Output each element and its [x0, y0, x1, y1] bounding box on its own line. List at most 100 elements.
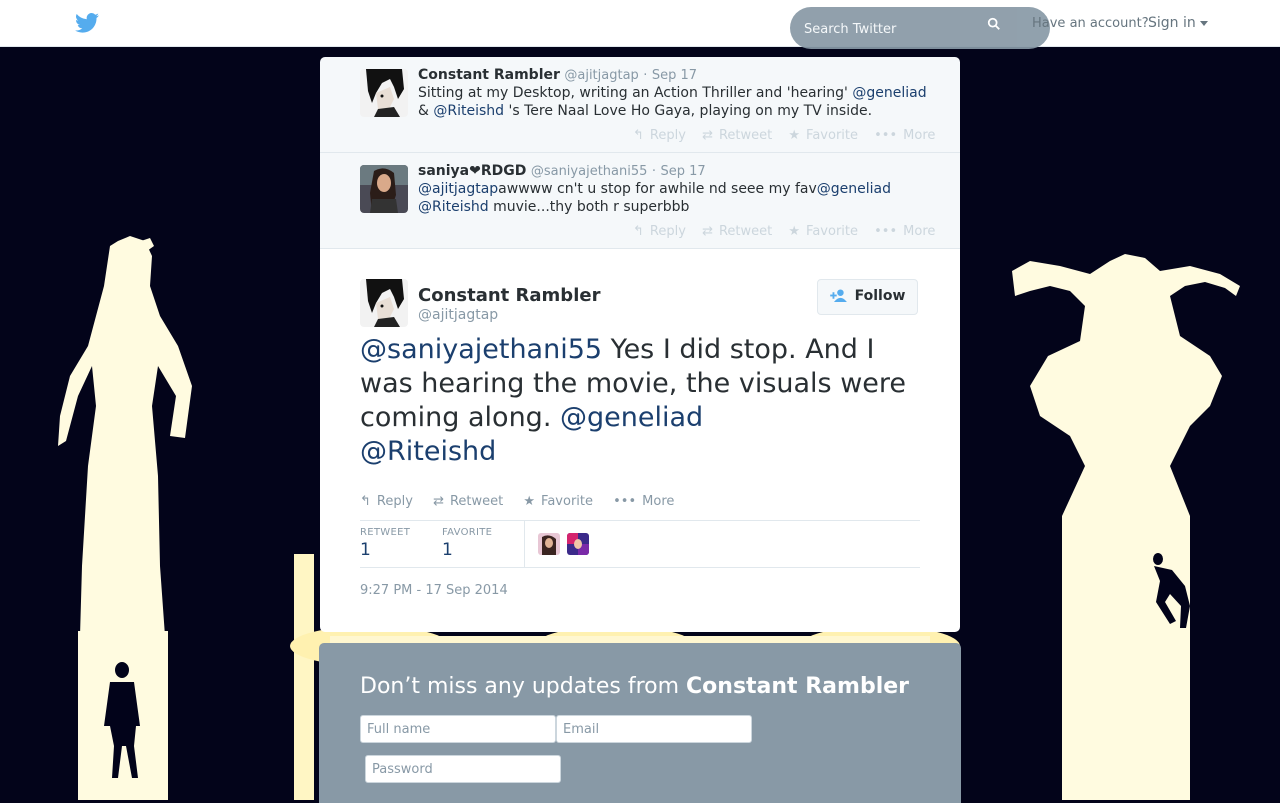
tweet-text: @ajitjagtapawwww cn't u stop for awhile … — [418, 180, 928, 216]
tweet-date[interactable]: Sep 17 — [660, 164, 705, 179]
mention-link[interactable]: @Riteishd — [360, 436, 496, 467]
twitter-bird-icon[interactable] — [75, 13, 99, 33]
tweet-date[interactable]: Sep 17 — [652, 68, 697, 83]
favorite-button[interactable]: ★ Favorite — [788, 224, 858, 239]
sign-in-dropdown[interactable]: Sign in — [1148, 15, 1208, 31]
retweet-button[interactable]: ⇄ Retweet — [433, 494, 503, 509]
search-icon[interactable] — [987, 16, 1003, 32]
reply-icon: ↰ — [633, 224, 644, 239]
avatar[interactable] — [360, 69, 408, 117]
retweet-label: Retweet — [449, 494, 504, 509]
separator-dot: · — [651, 164, 656, 179]
avatar[interactable] — [360, 165, 408, 213]
email-field[interactable] — [556, 715, 752, 743]
retweet-stat-label: RETWEET — [360, 527, 411, 538]
tweet-header: saniya❤RDGD @saniyajethani55 · Sep 17 — [418, 163, 706, 179]
mention-link[interactable]: @saniyajethani55 — [360, 334, 602, 365]
search-box[interactable] — [790, 7, 1050, 49]
search-input[interactable] — [802, 18, 996, 40]
more-label: More — [903, 224, 936, 239]
text-segment: 's Tere Naal Love Ho Gaya, playing on my… — [504, 103, 873, 119]
permalink-tweet: Constant Rambler @ajitjagtap Follow @san… — [320, 249, 960, 632]
author-handle[interactable]: @ajitjagtap — [564, 68, 638, 83]
reply-label: Reply — [376, 494, 413, 509]
retweet-icon: ⇄ — [702, 128, 713, 143]
divider — [524, 521, 525, 567]
follow-label: Follow — [854, 288, 906, 304]
ancestor-tweet[interactable]: saniya❤RDGD @saniyajethani55 · Sep 17 @a… — [320, 153, 960, 249]
author-name[interactable]: saniya❤RDGD — [418, 163, 526, 179]
favorite-label: Favorite — [806, 224, 858, 239]
favoriter-avatar[interactable] — [567, 533, 589, 555]
retweet-stat[interactable]: RETWEET 1 — [360, 527, 410, 560]
have-account-text: Have an account? — [1032, 16, 1149, 31]
reply-label: Reply — [649, 224, 686, 239]
more-button[interactable]: ••• More — [874, 224, 935, 239]
tweet-header: Constant Rambler @ajitjagtap · Sep 17 — [418, 67, 697, 83]
author-name[interactable]: Constant Rambler — [418, 285, 600, 306]
mention-link[interactable]: @geneliad — [852, 85, 926, 101]
favorite-label: Favorite — [806, 128, 858, 143]
retweet-icon: ⇄ — [702, 224, 713, 239]
author-name[interactable]: Constant Rambler — [418, 67, 560, 83]
retweet-button[interactable]: ⇄ Retweet — [702, 128, 772, 143]
mention-link[interactable]: @ajitjagtap — [418, 181, 498, 197]
sign-in-label[interactable]: Sign in — [1148, 15, 1196, 31]
favorite-count[interactable]: 1 — [442, 540, 492, 560]
tweet-text: @saniyajethani55 Yes I did stop. And I w… — [360, 333, 920, 469]
more-button[interactable]: ••• More — [613, 494, 674, 509]
signup-title-name: Constant Rambler — [686, 674, 910, 699]
star-icon: ★ — [788, 128, 801, 143]
signup-title-prefix: Don’t miss any updates from — [360, 674, 687, 699]
tweet-text: Sitting at my Desktop, writing an Action… — [418, 84, 928, 120]
full-name-field[interactable] — [360, 715, 556, 743]
favorite-label: Favorite — [541, 494, 593, 509]
favorite-button[interactable]: ★ Favorite — [523, 494, 593, 509]
favoriter-avatar[interactable] — [538, 533, 560, 555]
more-label: More — [642, 494, 675, 509]
more-button[interactable]: ••• More — [874, 128, 935, 143]
mention-link[interactable]: @geneliad — [817, 181, 891, 197]
reply-button[interactable]: ↰ Reply — [360, 494, 413, 509]
top-navigation-bar: Have an account? Sign in — [0, 0, 1280, 49]
favorite-stat-label: FAVORITE — [442, 527, 493, 538]
avatar[interactable] — [360, 279, 408, 327]
reply-icon: ↰ — [633, 128, 644, 143]
star-icon: ★ — [788, 224, 801, 239]
retweet-button[interactable]: ⇄ Retweet — [702, 224, 772, 239]
retweet-label: Retweet — [718, 128, 773, 143]
password-field[interactable] — [365, 755, 561, 783]
mention-link[interactable]: @Riteishd — [433, 103, 504, 119]
mention-link[interactable]: @Riteishd — [418, 199, 489, 215]
signup-title: Don’t miss any updates from Constant Ram… — [360, 674, 909, 699]
favorite-stat[interactable]: FAVORITE 1 — [442, 527, 492, 560]
tweet-timestamp[interactable]: 9:27 PM - 17 Sep 2014 — [360, 583, 508, 598]
tweet-stats: RETWEET 1 FAVORITE 1 — [360, 520, 920, 568]
mention-link[interactable]: @geneliad — [560, 402, 703, 433]
separator-dot: · — [643, 68, 648, 83]
reply-icon: ↰ — [360, 494, 371, 509]
tweet-actions: ↰ Reply ⇄ Retweet ★ Favorite ••• More — [633, 224, 947, 239]
add-user-icon — [829, 289, 849, 306]
author-handle[interactable]: @ajitjagtap — [418, 307, 498, 323]
reply-label: Reply — [649, 128, 686, 143]
signup-panel: Don’t miss any updates from Constant Ram… — [319, 643, 961, 803]
caret-down-icon — [1199, 20, 1208, 26]
tweet-actions: ↰ Reply ⇄ Retweet ★ Favorite ••• More — [633, 128, 947, 143]
tweet-actions: ↰ Reply ⇄ Retweet ★ Favorite ••• More — [360, 494, 674, 509]
reply-button[interactable]: ↰ Reply — [633, 128, 686, 143]
more-icon: ••• — [874, 128, 898, 143]
retweet-label: Retweet — [718, 224, 773, 239]
text-segment: awwww cn't u stop for awhile nd seee my … — [498, 181, 817, 197]
text-segment: muvie...thy both r superbbb — [488, 199, 690, 215]
author-handle[interactable]: @saniyajethani55 — [531, 164, 648, 179]
retweet-count[interactable]: 1 — [360, 540, 410, 560]
more-label: More — [903, 128, 936, 143]
star-icon: ★ — [523, 494, 536, 509]
reply-button[interactable]: ↰ Reply — [633, 224, 686, 239]
ancestor-tweet[interactable]: Constant Rambler @ajitjagtap · Sep 17 Si… — [320, 57, 960, 153]
text-segment: & — [418, 103, 434, 119]
text-segment: Sitting at my Desktop, writing an Action… — [418, 85, 853, 101]
follow-button[interactable]: Follow — [817, 279, 918, 315]
favorite-button[interactable]: ★ Favorite — [788, 128, 858, 143]
